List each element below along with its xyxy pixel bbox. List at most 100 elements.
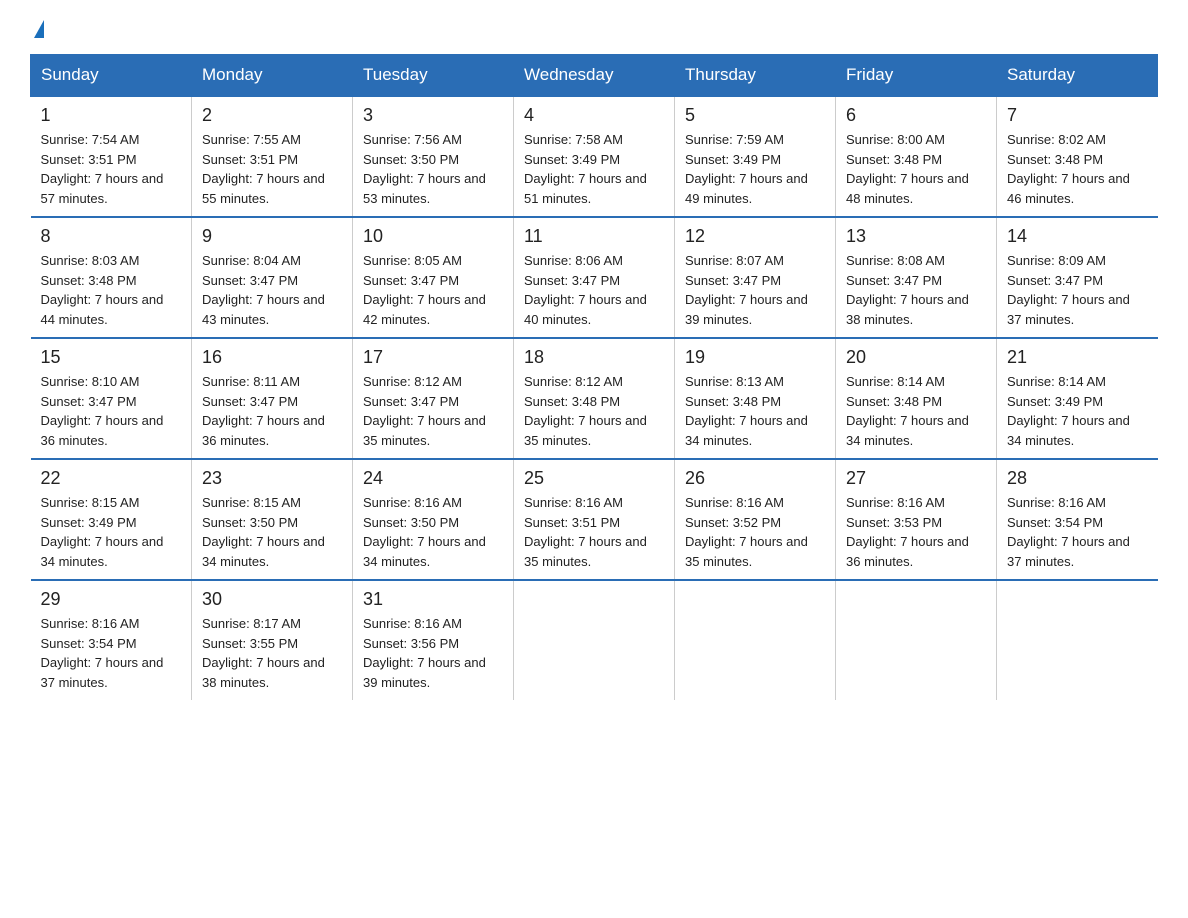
day-info: Sunrise: 8:00 AM Sunset: 3:48 PM Dayligh… [846,130,986,208]
calendar-cell: 14 Sunrise: 8:09 AM Sunset: 3:47 PM Dayl… [997,217,1158,338]
day-info: Sunrise: 8:05 AM Sunset: 3:47 PM Dayligh… [363,251,503,329]
calendar-cell: 10 Sunrise: 8:05 AM Sunset: 3:47 PM Dayl… [353,217,514,338]
calendar-week-row: 22 Sunrise: 8:15 AM Sunset: 3:49 PM Dayl… [31,459,1158,580]
day-number: 17 [363,347,503,368]
day-info: Sunrise: 8:02 AM Sunset: 3:48 PM Dayligh… [1007,130,1148,208]
day-number: 13 [846,226,986,247]
day-number: 2 [202,105,342,126]
day-number: 31 [363,589,503,610]
header-friday: Friday [836,55,997,97]
day-info: Sunrise: 8:16 AM Sunset: 3:50 PM Dayligh… [363,493,503,571]
calendar-cell: 5 Sunrise: 7:59 AM Sunset: 3:49 PM Dayli… [675,96,836,217]
calendar-cell: 8 Sunrise: 8:03 AM Sunset: 3:48 PM Dayli… [31,217,192,338]
day-info: Sunrise: 8:15 AM Sunset: 3:49 PM Dayligh… [41,493,182,571]
calendar-cell: 13 Sunrise: 8:08 AM Sunset: 3:47 PM Dayl… [836,217,997,338]
day-number: 26 [685,468,825,489]
day-number: 15 [41,347,182,368]
calendar-cell: 9 Sunrise: 8:04 AM Sunset: 3:47 PM Dayli… [192,217,353,338]
day-number: 6 [846,105,986,126]
calendar-week-row: 8 Sunrise: 8:03 AM Sunset: 3:48 PM Dayli… [31,217,1158,338]
header-monday: Monday [192,55,353,97]
day-number: 27 [846,468,986,489]
calendar-week-row: 1 Sunrise: 7:54 AM Sunset: 3:51 PM Dayli… [31,96,1158,217]
calendar-cell: 15 Sunrise: 8:10 AM Sunset: 3:47 PM Dayl… [31,338,192,459]
day-number: 25 [524,468,664,489]
day-number: 12 [685,226,825,247]
day-info: Sunrise: 7:59 AM Sunset: 3:49 PM Dayligh… [685,130,825,208]
calendar-cell [514,580,675,700]
calendar-cell: 24 Sunrise: 8:16 AM Sunset: 3:50 PM Dayl… [353,459,514,580]
day-number: 4 [524,105,664,126]
day-info: Sunrise: 8:06 AM Sunset: 3:47 PM Dayligh… [524,251,664,329]
calendar-cell: 1 Sunrise: 7:54 AM Sunset: 3:51 PM Dayli… [31,96,192,217]
calendar-header-row: SundayMondayTuesdayWednesdayThursdayFrid… [31,55,1158,97]
day-number: 1 [41,105,182,126]
day-number: 10 [363,226,503,247]
day-number: 8 [41,226,182,247]
day-info: Sunrise: 8:16 AM Sunset: 3:52 PM Dayligh… [685,493,825,571]
day-info: Sunrise: 8:16 AM Sunset: 3:54 PM Dayligh… [41,614,182,692]
day-info: Sunrise: 8:16 AM Sunset: 3:54 PM Dayligh… [1007,493,1148,571]
day-info: Sunrise: 8:17 AM Sunset: 3:55 PM Dayligh… [202,614,342,692]
day-number: 21 [1007,347,1148,368]
day-number: 24 [363,468,503,489]
calendar-cell: 4 Sunrise: 7:58 AM Sunset: 3:49 PM Dayli… [514,96,675,217]
day-info: Sunrise: 8:16 AM Sunset: 3:56 PM Dayligh… [363,614,503,692]
calendar-cell: 21 Sunrise: 8:14 AM Sunset: 3:49 PM Dayl… [997,338,1158,459]
day-info: Sunrise: 8:08 AM Sunset: 3:47 PM Dayligh… [846,251,986,329]
day-info: Sunrise: 8:12 AM Sunset: 3:47 PM Dayligh… [363,372,503,450]
calendar-cell: 29 Sunrise: 8:16 AM Sunset: 3:54 PM Dayl… [31,580,192,700]
day-info: Sunrise: 8:07 AM Sunset: 3:47 PM Dayligh… [685,251,825,329]
day-info: Sunrise: 8:16 AM Sunset: 3:53 PM Dayligh… [846,493,986,571]
day-number: 11 [524,226,664,247]
day-number: 23 [202,468,342,489]
calendar-cell: 6 Sunrise: 8:00 AM Sunset: 3:48 PM Dayli… [836,96,997,217]
calendar-cell: 30 Sunrise: 8:17 AM Sunset: 3:55 PM Dayl… [192,580,353,700]
day-number: 9 [202,226,342,247]
day-number: 29 [41,589,182,610]
day-number: 3 [363,105,503,126]
calendar-cell: 25 Sunrise: 8:16 AM Sunset: 3:51 PM Dayl… [514,459,675,580]
day-info: Sunrise: 7:58 AM Sunset: 3:49 PM Dayligh… [524,130,664,208]
calendar-cell: 20 Sunrise: 8:14 AM Sunset: 3:48 PM Dayl… [836,338,997,459]
day-info: Sunrise: 8:11 AM Sunset: 3:47 PM Dayligh… [202,372,342,450]
calendar-cell: 16 Sunrise: 8:11 AM Sunset: 3:47 PM Dayl… [192,338,353,459]
calendar-cell: 2 Sunrise: 7:55 AM Sunset: 3:51 PM Dayli… [192,96,353,217]
day-info: Sunrise: 7:54 AM Sunset: 3:51 PM Dayligh… [41,130,182,208]
day-number: 14 [1007,226,1148,247]
calendar-cell: 18 Sunrise: 8:12 AM Sunset: 3:48 PM Dayl… [514,338,675,459]
day-info: Sunrise: 8:09 AM Sunset: 3:47 PM Dayligh… [1007,251,1148,329]
calendar-cell: 11 Sunrise: 8:06 AM Sunset: 3:47 PM Dayl… [514,217,675,338]
calendar-table: SundayMondayTuesdayWednesdayThursdayFrid… [30,54,1158,700]
day-number: 19 [685,347,825,368]
day-number: 28 [1007,468,1148,489]
header-thursday: Thursday [675,55,836,97]
day-info: Sunrise: 8:04 AM Sunset: 3:47 PM Dayligh… [202,251,342,329]
calendar-cell: 31 Sunrise: 8:16 AM Sunset: 3:56 PM Dayl… [353,580,514,700]
calendar-week-row: 15 Sunrise: 8:10 AM Sunset: 3:47 PM Dayl… [31,338,1158,459]
calendar-cell: 7 Sunrise: 8:02 AM Sunset: 3:48 PM Dayli… [997,96,1158,217]
logo-triangle-icon [34,20,44,38]
calendar-cell [997,580,1158,700]
day-number: 30 [202,589,342,610]
calendar-cell: 27 Sunrise: 8:16 AM Sunset: 3:53 PM Dayl… [836,459,997,580]
calendar-cell: 17 Sunrise: 8:12 AM Sunset: 3:47 PM Dayl… [353,338,514,459]
calendar-cell: 26 Sunrise: 8:16 AM Sunset: 3:52 PM Dayl… [675,459,836,580]
calendar-cell: 22 Sunrise: 8:15 AM Sunset: 3:49 PM Dayl… [31,459,192,580]
calendar-cell: 3 Sunrise: 7:56 AM Sunset: 3:50 PM Dayli… [353,96,514,217]
header-saturday: Saturday [997,55,1158,97]
calendar-cell [836,580,997,700]
header-wednesday: Wednesday [514,55,675,97]
calendar-week-row: 29 Sunrise: 8:16 AM Sunset: 3:54 PM Dayl… [31,580,1158,700]
day-number: 20 [846,347,986,368]
day-number: 7 [1007,105,1148,126]
header-tuesday: Tuesday [353,55,514,97]
day-info: Sunrise: 8:14 AM Sunset: 3:48 PM Dayligh… [846,372,986,450]
calendar-cell: 23 Sunrise: 8:15 AM Sunset: 3:50 PM Dayl… [192,459,353,580]
logo [30,20,44,38]
day-number: 16 [202,347,342,368]
day-info: Sunrise: 7:55 AM Sunset: 3:51 PM Dayligh… [202,130,342,208]
day-number: 22 [41,468,182,489]
day-info: Sunrise: 8:13 AM Sunset: 3:48 PM Dayligh… [685,372,825,450]
day-number: 18 [524,347,664,368]
